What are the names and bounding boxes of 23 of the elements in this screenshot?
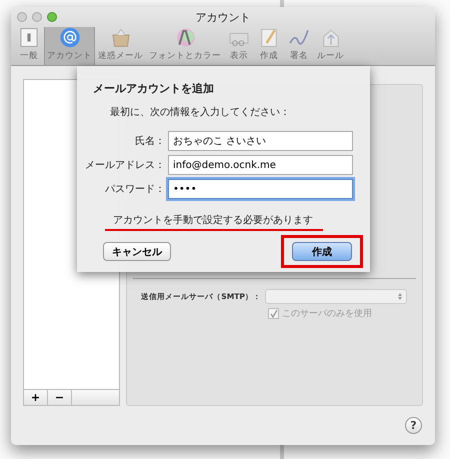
field-label: 氏名： (134, 134, 165, 148)
toolbar-tab[interactable]: 表示 (224, 27, 254, 65)
window-controls-icon[interactable] (17, 12, 57, 22)
toolbar-tab[interactable]: 一般 (14, 27, 44, 65)
window-title: アカウント (196, 10, 250, 24)
stepper-arrows-icon (398, 293, 402, 300)
input-field[interactable]: •••• (168, 179, 353, 199)
toolbar-tab[interactable]: フォントとカラー (146, 27, 224, 65)
toolbar-tab[interactable]: 迷惑メール (95, 27, 146, 65)
toolbar-tab[interactable]: 作成 (254, 27, 284, 65)
smtp-server-popup[interactable] (265, 289, 407, 304)
manual-setup-message: アカウントを手動で設定する必要があります (105, 213, 323, 231)
add-button[interactable]: + (24, 390, 48, 405)
checkbox-label: このサーバのみを使用 (282, 308, 372, 320)
toolbar-tab[interactable]: 署名 (284, 27, 314, 65)
input-field[interactable]: info@demo.ocnk.me (168, 155, 353, 175)
help-button[interactable]: ? (405, 417, 422, 434)
toolbar-tab[interactable]: ルール (314, 27, 347, 65)
input-field[interactable]: おちゃのこ さいさい (168, 131, 353, 151)
cancel-button[interactable]: キャンセル (103, 242, 171, 261)
at-icon (58, 27, 82, 48)
remove-button[interactable]: − (48, 390, 72, 405)
create-button[interactable]: 作成 (292, 242, 352, 261)
